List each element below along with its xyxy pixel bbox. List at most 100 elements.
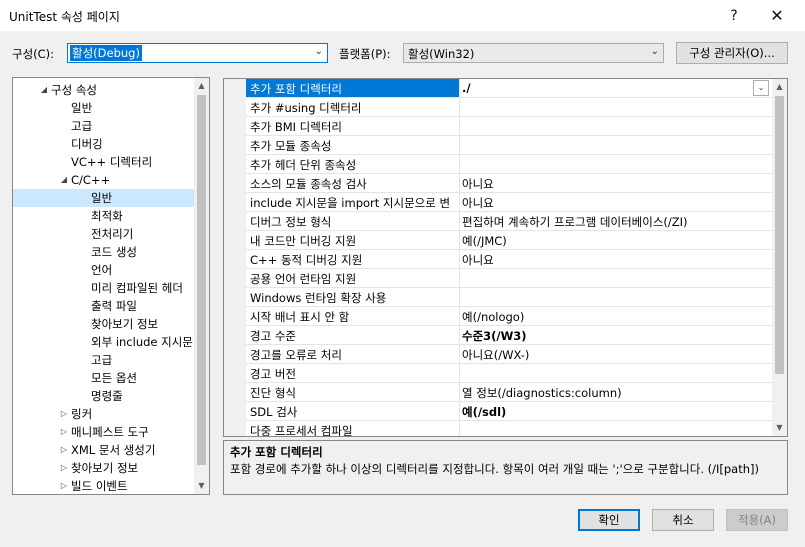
platform-dropdown[interactable]: 활성(Win32) ⌄ — [403, 43, 664, 63]
property-name: 추가 #using 디렉터리 — [250, 101, 362, 115]
property-row[interactable]: 경고 수준 수준3(/W3) — [246, 326, 772, 345]
tree-item-label: 모든 옵션 — [91, 371, 137, 385]
collapsed-arrow-icon[interactable]: ▷ — [58, 441, 70, 459]
tree-item[interactable]: 고급 — [13, 117, 195, 135]
collapsed-arrow-icon[interactable]: ▷ — [58, 477, 70, 494]
tree-item-label: 외부 include 지시문 — [91, 335, 193, 349]
property-value[interactable]: 아니요(/WX-) — [462, 347, 752, 363]
cancel-button[interactable]: 취소 — [652, 509, 714, 531]
property-name: 소스의 모듈 종속성 검사 — [250, 177, 367, 191]
tree-item[interactable]: ▷ XML 문서 생성기 — [13, 441, 195, 459]
grid-scroll-thumb[interactable] — [775, 96, 784, 374]
tree-item[interactable]: 언어 — [13, 261, 195, 279]
property-value[interactable]: 예(/JMC) — [462, 233, 752, 249]
property-row[interactable]: 경고를 오류로 처리 아니요(/WX-) — [246, 345, 772, 364]
tree-item-label: XML 문서 생성기 — [71, 443, 156, 457]
property-row[interactable]: SDL 검사 예(/sdl) — [246, 402, 772, 421]
tree-item-label: 일반 — [91, 191, 113, 205]
tree-item[interactable]: 고급 — [13, 351, 195, 369]
scroll-up-icon[interactable]: ▲ — [772, 79, 787, 95]
property-value[interactable]: ./ — [462, 81, 752, 95]
tree-item[interactable]: 외부 include 지시문 — [13, 333, 195, 351]
configuration-manager-button[interactable]: 구성 관리자(O)... — [676, 42, 788, 64]
tree-item[interactable]: 출력 파일 — [13, 297, 195, 315]
property-name: 시작 배너 표시 안 함 — [250, 310, 350, 324]
property-value[interactable]: 예(/sdl) — [462, 404, 752, 420]
property-value[interactable]: 편집하며 계속하기 프로그램 데이터베이스(/ZI) — [462, 214, 752, 230]
collapsed-arrow-icon[interactable]: ▷ — [58, 423, 70, 441]
property-row[interactable]: 추가 포함 디렉터리 ./⌄ — [246, 79, 772, 98]
property-row[interactable]: Windows 런타임 확장 사용 — [246, 288, 772, 307]
property-value[interactable]: 아니요 — [462, 176, 752, 192]
scroll-down-icon[interactable]: ▼ — [194, 478, 209, 494]
tree-scrollbar[interactable]: ▲ ▼ — [194, 78, 209, 494]
tree-item[interactable]: 코드 생성 — [13, 243, 195, 261]
scroll-down-icon[interactable]: ▼ — [772, 420, 787, 436]
ok-button[interactable]: 확인 — [578, 509, 640, 531]
grid-left-margin — [224, 79, 246, 436]
property-value[interactable]: 예(/nologo) — [462, 309, 752, 325]
tree-item[interactable]: VC++ 디렉터리 — [13, 153, 195, 171]
property-row[interactable]: 추가 #using 디렉터리 — [246, 98, 772, 117]
property-value[interactable]: 아니요 — [462, 195, 752, 211]
tree-item-label: 찾아보기 정보 — [91, 317, 159, 331]
property-row[interactable]: 다중 프로세서 컴파일 — [246, 421, 772, 436]
property-row[interactable]: 추가 모듈 종속성 — [246, 136, 772, 155]
tree-item[interactable]: 일반 — [13, 189, 195, 207]
tree-item-label: 코드 생성 — [91, 245, 137, 259]
grid-scrollbar[interactable]: ▲ ▼ — [772, 79, 787, 436]
property-row[interactable]: 공용 언어 런타임 지원 — [246, 269, 772, 288]
property-grid[interactable]: 추가 포함 디렉터리 ./⌄ 추가 #using 디렉터리추가 BMI 디렉터리추가… — [223, 78, 788, 437]
column-divider — [459, 288, 460, 307]
property-row[interactable]: 진단 형식 열 정보(/diagnostics:column) — [246, 383, 772, 402]
tree-item[interactable]: 명령줄 — [13, 387, 195, 405]
property-value[interactable]: 열 정보(/diagnostics:column) — [462, 385, 752, 401]
column-divider — [459, 345, 460, 364]
tree-scroll-thumb[interactable] — [197, 95, 206, 465]
value-dropdown-icon[interactable]: ⌄ — [753, 80, 769, 96]
column-divider — [459, 326, 460, 345]
expanded-arrow-icon[interactable]: ◢ — [58, 171, 70, 189]
tree-item[interactable]: 전처리기 — [13, 225, 195, 243]
tree-item[interactable]: 미리 컴파일된 헤더 — [13, 279, 195, 297]
category-tree[interactable]: ◢ 구성 속성 일반 고급 디버깅 VC++ 디렉터리 ◢ C/C++ 일반 최적화 전처리기 코드 … — [12, 77, 210, 495]
tree-item[interactable]: 찾아보기 정보 — [13, 315, 195, 333]
property-row[interactable]: 경고 버전 — [246, 364, 772, 383]
tree-item[interactable]: 최적화 — [13, 207, 195, 225]
tree-item[interactable]: ◢ C/C++ — [13, 171, 195, 189]
tree-item[interactable]: 디버깅 — [13, 135, 195, 153]
tree-item[interactable]: 일반 — [13, 99, 195, 117]
scroll-up-icon[interactable]: ▲ — [194, 78, 209, 94]
column-divider — [459, 98, 460, 117]
property-value[interactable]: 수준3(/W3) — [462, 328, 752, 344]
property-row[interactable]: C++ 동적 디버깅 지원 아니요 — [246, 250, 772, 269]
tree-item[interactable]: ▷ 빌드 이벤트 — [13, 477, 195, 494]
property-row[interactable]: include 지시문을 import 지시문으로 변 아니요 — [246, 193, 772, 212]
tree-item[interactable]: ◢ 구성 속성 — [13, 81, 195, 99]
tree-item[interactable]: ▷ 찾아보기 정보 — [13, 459, 195, 477]
property-name: 추가 모듈 종속성 — [250, 139, 332, 153]
collapsed-arrow-icon[interactable]: ▷ — [58, 405, 70, 423]
property-value[interactable]: 아니요 — [462, 252, 752, 268]
tree-item-label: 매니페스트 도구 — [71, 425, 149, 439]
property-name: include 지시문을 import 지시문으로 변 — [250, 196, 451, 210]
expanded-arrow-icon[interactable]: ◢ — [38, 81, 50, 99]
property-row[interactable]: 시작 배너 표시 안 함 예(/nologo) — [246, 307, 772, 326]
tree-item[interactable]: 모든 옵션 — [13, 369, 195, 387]
column-divider — [459, 79, 460, 98]
collapsed-arrow-icon[interactable]: ▷ — [58, 459, 70, 477]
property-row[interactable]: 소스의 모듈 종속성 검사 아니요 — [246, 174, 772, 193]
configuration-label: 구성(C): — [12, 47, 55, 61]
property-row[interactable]: 디버그 정보 형식 편집하며 계속하기 프로그램 데이터베이스(/ZI) — [246, 212, 772, 231]
property-name: 추가 BMI 디렉터리 — [250, 120, 342, 134]
help-icon[interactable]: ? — [712, 1, 756, 31]
tree-item[interactable]: ▷ 매니페스트 도구 — [13, 423, 195, 441]
property-row[interactable]: 내 코드만 디버깅 지원 예(/JMC) — [246, 231, 772, 250]
close-icon[interactable]: ✕ — [755, 1, 799, 31]
apply-button[interactable]: 적용(A) — [726, 509, 788, 531]
tree-item[interactable]: ▷ 링커 — [13, 405, 195, 423]
configuration-dropdown[interactable]: 활성(Debug) ⌄ — [67, 43, 328, 63]
property-row[interactable]: 추가 BMI 디렉터리 — [246, 117, 772, 136]
property-row[interactable]: 추가 헤더 단위 종속성 — [246, 155, 772, 174]
tree-item-label: VC++ 디렉터리 — [71, 155, 153, 169]
